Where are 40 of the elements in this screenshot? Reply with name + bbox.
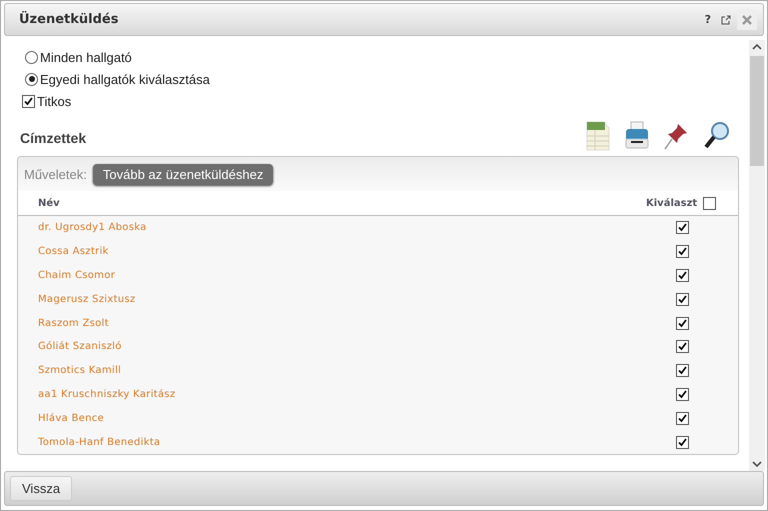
radio-label: Egyedi hallgatók kiválasztása [40,72,210,86]
student-name-link[interactable]: Chaim Csomor [38,270,116,281]
row-checkbox[interactable] [676,388,689,401]
row-checkbox[interactable] [676,412,689,425]
student-name-link[interactable]: Tomola-Hanf Benedikta [38,436,160,448]
radio-button[interactable] [25,72,38,86]
student-name-link[interactable]: dr. Ugrosdy1 Aboska [38,222,147,234]
row-checkbox[interactable] [676,340,689,354]
continue-button[interactable]: Tovább az üzenetküldéshez [92,164,274,184]
student-name-link[interactable]: Góliát Szaniszló [38,341,122,352]
row-checkbox[interactable] [676,364,689,378]
student-name-link[interactable]: Hláva Bence [38,412,104,424]
student-name-link[interactable]: aa1 Kruschniszky Karitász [38,388,176,400]
scrollbar-thumb[interactable] [750,56,764,166]
radio-button[interactable] [25,50,38,64]
row-checkbox[interactable] [676,221,689,234]
secret-checkbox[interactable] [22,94,35,108]
student-name-link[interactable]: Magerusz Szixtusz [38,294,136,305]
column-header: Név [38,198,60,208]
student-name-link[interactable]: Raszom Zsolt [38,318,109,329]
scrollbar[interactable] [749,40,765,471]
student-name-link[interactable]: Szmotics Kamill [38,365,122,376]
radio-label: Minden hallgató [40,50,132,64]
student-name-link[interactable]: Cossa Asztrik [38,246,109,258]
popout-icon[interactable] [721,14,731,24]
row-checkbox[interactable] [676,292,689,306]
help-button[interactable]: ? [704,13,711,26]
checkbox-label: Titkos [37,94,72,108]
back-button[interactable]: Vissza [10,476,72,501]
row-checkbox[interactable] [676,268,689,282]
close-icon [742,14,752,24]
spreadsheet-icon[interactable] [585,120,611,152]
select-all-checkbox[interactable] [703,196,716,210]
row-checkbox[interactable] [676,316,689,330]
row-checkbox[interactable] [676,436,689,449]
column-header: Kiválaszt [646,198,698,208]
window-title: Üzenetküldés [19,12,120,27]
row-checkbox[interactable] [676,245,689,258]
section-title: Címzettek [20,130,86,146]
toolbar-label: Műveletek: [24,166,87,182]
